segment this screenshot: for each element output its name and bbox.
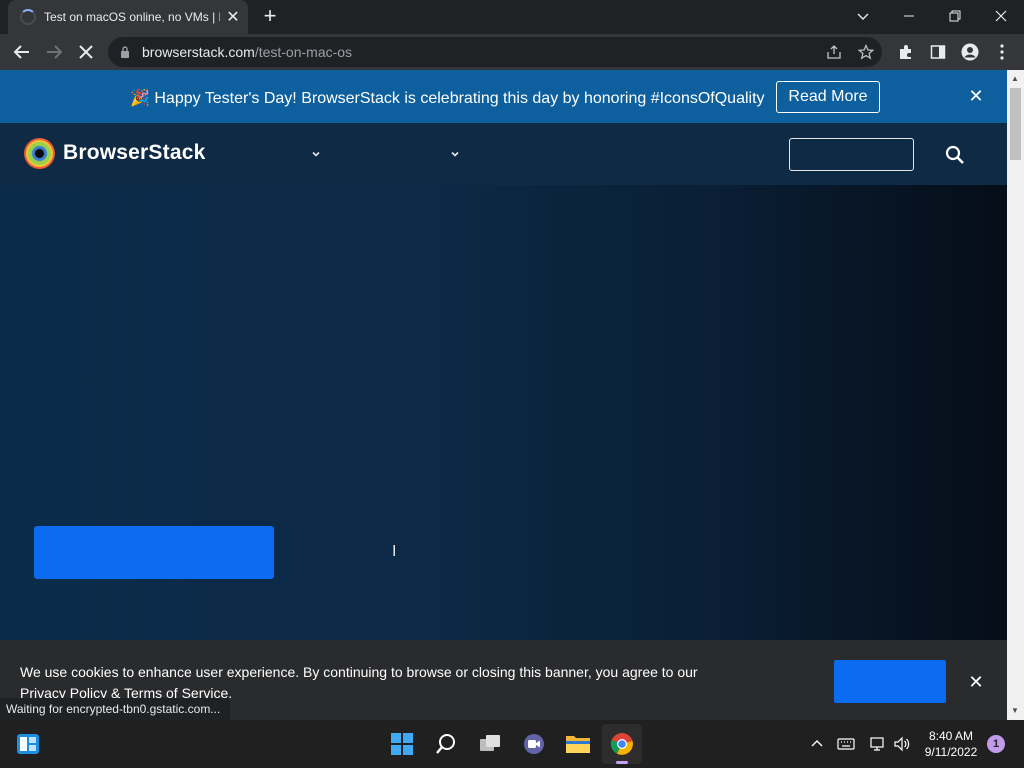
start-windows-icon[interactable]: [382, 724, 422, 764]
promo-message: Happy Tester's Day! BrowserStack is cele…: [154, 90, 765, 107]
notification-badge[interactable]: 1: [987, 735, 1005, 753]
stop-loading-icon[interactable]: [72, 38, 100, 66]
chrome-taskbar-icon[interactable]: [602, 724, 642, 764]
url-domain: browserstack.com: [142, 44, 255, 60]
active-app-indicator: [616, 761, 628, 764]
search-icon[interactable]: [944, 144, 968, 168]
show-hidden-icons-chevron-icon[interactable]: [810, 736, 824, 755]
search-taskbar-icon[interactable]: [426, 724, 466, 764]
read-more-button[interactable]: Read More: [776, 81, 880, 113]
loading-spinner-icon: [20, 9, 36, 25]
nav-dropdown-chevron-icon[interactable]: [311, 149, 323, 161]
restore-icon[interactable]: [932, 0, 978, 32]
tab-strip: Test on macOS online, no VMs | B ✕ +: [0, 0, 1024, 34]
promo-close-icon[interactable]: ✕: [966, 86, 986, 107]
logo-text[interactable]: BrowserStack: [63, 141, 205, 165]
header-search-box[interactable]: [789, 138, 914, 171]
minimize-icon[interactable]: [886, 0, 932, 32]
browser-tab[interactable]: Test on macOS online, no VMs | B ✕: [8, 0, 248, 34]
text-cursor-icon: I: [392, 543, 397, 560]
cookie-close-icon[interactable]: ✕: [966, 672, 986, 693]
scrollbar-thumb[interactable]: [1010, 88, 1021, 160]
page-scrollbar[interactable]: ▲ ▼: [1007, 70, 1024, 720]
nav-dropdown-chevron-icon[interactable]: [450, 149, 462, 161]
cookie-message: We use cookies to enhance user experienc…: [20, 664, 698, 680]
more-options-icon[interactable]: [988, 38, 1016, 66]
party-popper-icon: 🎉: [130, 90, 150, 107]
widgets-icon[interactable]: [8, 724, 48, 764]
bookmark-star-icon[interactable]: [852, 38, 880, 66]
url-path: /test-on-mac-os: [254, 44, 353, 60]
teams-chat-icon[interactable]: [514, 724, 554, 764]
web-page: 🎉 Happy Tester's Day! BrowserStack is ce…: [0, 70, 1007, 720]
forward-arrow-icon[interactable]: [40, 38, 68, 66]
volume-icon[interactable]: [893, 736, 911, 757]
url-text[interactable]: browserstack.com/test-on-mac-os: [142, 44, 352, 60]
task-view-icon[interactable]: [470, 724, 510, 764]
tab-search-icon[interactable]: [840, 0, 886, 32]
lock-icon[interactable]: [119, 45, 131, 64]
tab-close-icon[interactable]: ✕: [224, 7, 242, 27]
keyboard-icon[interactable]: [837, 737, 855, 756]
clock-time[interactable]: 8:40 AM: [925, 729, 977, 743]
status-bubble: Waiting for encrypted-tbn0.gstatic.com..…: [0, 698, 231, 720]
file-explorer-icon[interactable]: [558, 724, 598, 764]
extensions-puzzle-icon[interactable]: [892, 38, 920, 66]
promo-text: 🎉 Happy Tester's Day! BrowserStack is ce…: [130, 88, 765, 108]
clock-date[interactable]: 9/11/2022: [921, 745, 981, 759]
browserstack-logo-icon[interactable]: [24, 138, 55, 169]
site-header: BrowserStack: [0, 123, 1007, 185]
scroll-up-icon[interactable]: ▲: [1011, 74, 1019, 83]
back-arrow-icon[interactable]: [8, 38, 36, 66]
promo-banner: 🎉 Happy Tester's Day! BrowserStack is ce…: [0, 70, 1007, 123]
close-window-icon[interactable]: [978, 0, 1024, 32]
share-icon[interactable]: [820, 38, 848, 66]
scroll-down-icon[interactable]: ▼: [1011, 706, 1019, 715]
tab-title: Test on macOS online, no VMs | B: [44, 10, 220, 24]
hero-cta-button[interactable]: [34, 526, 274, 579]
side-panel-icon[interactable]: [924, 38, 952, 66]
profile-avatar-icon[interactable]: [956, 38, 984, 66]
network-icon[interactable]: [869, 736, 887, 757]
new-tab-button[interactable]: +: [258, 5, 282, 29]
cookie-accept-button[interactable]: [834, 660, 946, 703]
